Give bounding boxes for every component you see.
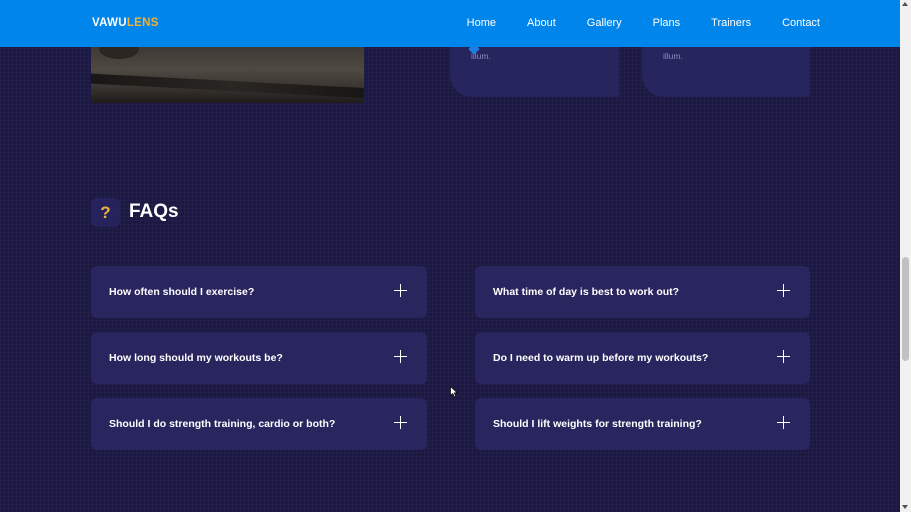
plus-icon[interactable] [777, 416, 790, 429]
question-mark-glyph: ? [100, 202, 111, 222]
faq-item-time-of-day[interactable]: What time of day is best to work out? [475, 266, 810, 318]
nav-link-gallery[interactable]: Gallery [587, 17, 622, 29]
faq-item-workout-length[interactable]: How long should my workouts be? [91, 332, 427, 384]
plan-card-partial-2: non. Pariatur exercitationem illum. [642, 47, 810, 97]
plus-icon[interactable] [777, 350, 790, 363]
plus-icon[interactable] [394, 416, 407, 429]
brand-logo[interactable]: VAWULENS [92, 17, 159, 29]
plan-card-text-2-line1: non. Pariatur exercitationem [663, 47, 793, 50]
brand-logo-part2: LENS [126, 17, 159, 29]
nav-links: Home About Gallery Plans Trainers Contac… [467, 17, 820, 29]
faq-question: Should I lift weights for strength train… [493, 418, 702, 430]
plus-icon[interactable] [777, 284, 790, 297]
faq-item-warm-up[interactable]: Do I need to warm up before my workouts? [475, 332, 810, 384]
plan-card-text-1-line1: non. Pariatur exercitationem [471, 47, 601, 50]
plus-icon[interactable] [394, 284, 407, 297]
nav-link-plans[interactable]: Plans [653, 17, 681, 29]
scrollbar-thumb[interactable] [902, 257, 909, 361]
plan-card-partial-1: non. Pariatur exercitationem illum. [450, 47, 619, 97]
faq-question: Should I do strength training, cardio or… [109, 418, 336, 430]
brand-logo-part1: VAWU [92, 17, 127, 29]
nav-link-home[interactable]: Home [467, 17, 496, 29]
faq-question: How often should I exercise? [109, 286, 255, 298]
scrollbar[interactable] [900, 0, 911, 512]
scroll-up-arrow-icon[interactable] [902, 2, 908, 6]
nav-link-about[interactable]: About [527, 17, 556, 29]
plus-icon[interactable] [394, 350, 407, 363]
faq-question: How long should my workouts be? [109, 352, 283, 364]
faq-question: Do I need to warm up before my workouts? [493, 352, 709, 364]
faq-item-strength-or-cardio[interactable]: Should I do strength training, cardio or… [91, 398, 427, 450]
navbar: VAWULENS Home About Gallery Plans Traine… [0, 0, 900, 47]
faq-title: FAQs [129, 201, 179, 222]
nav-link-trainers[interactable]: Trainers [711, 17, 751, 29]
photo-barbell [91, 73, 364, 99]
photo-detail [99, 47, 139, 59]
faq-item-exercise-frequency[interactable]: How often should I exercise? [91, 266, 427, 318]
question-mark-icon: ? [91, 198, 120, 227]
faq-question: What time of day is best to work out? [493, 286, 680, 298]
faq-item-lift-weights[interactable]: Should I lift weights for strength train… [475, 398, 810, 450]
plan-card-text-2-line2: illum. [663, 51, 683, 61]
plan-card-text-2: non. Pariatur exercitationem illum. [663, 47, 793, 63]
mouse-cursor-icon [450, 386, 459, 398]
gym-photo [91, 47, 364, 103]
nav-link-contact[interactable]: Contact [782, 17, 820, 29]
scroll-down-arrow-icon[interactable] [902, 505, 908, 509]
plan-card-text-1: non. Pariatur exercitationem illum. [471, 47, 601, 63]
